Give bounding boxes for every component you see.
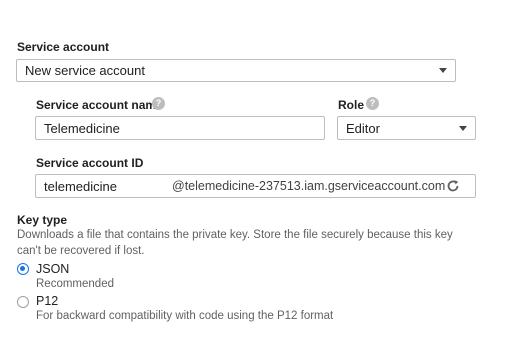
- role-select[interactable]: Editor: [337, 116, 476, 140]
- help-icon[interactable]: ?: [152, 97, 165, 110]
- refresh-icon-graphic: [447, 180, 459, 192]
- service-account-id-label: Service account ID: [36, 156, 144, 170]
- service-account-name-label: Service account name: [36, 98, 163, 112]
- service-account-id-value: telemedicine: [44, 178, 117, 194]
- service-account-select[interactable]: New service account: [16, 59, 456, 82]
- service-account-id-suffix: @telemedicine-237513.iam.gserviceaccount…: [172, 179, 446, 193]
- key-type-description: Downloads a file that contains the priva…: [17, 229, 453, 257]
- help-icon[interactable]: ?: [366, 97, 379, 110]
- service-account-name-input[interactable]: Telemedicine: [35, 116, 325, 140]
- p12-radio[interactable]: [17, 296, 29, 308]
- service-account-name-value: Telemedicine: [44, 120, 120, 136]
- json-option-label[interactable]: JSON: [36, 262, 69, 276]
- refresh-icon[interactable]: [445, 178, 461, 194]
- service-account-selected-value: New service account: [25, 63, 145, 78]
- role-selected-value: Editor: [346, 120, 380, 136]
- service-account-label: Service account: [17, 40, 110, 54]
- key-type-label: Key type: [17, 213, 68, 227]
- dropdown-arrow-icon: [459, 126, 467, 131]
- dropdown-arrow-icon: [439, 68, 447, 73]
- json-radio[interactable]: [17, 263, 29, 275]
- json-option-hint: Recommended: [36, 278, 114, 290]
- service-account-id-input[interactable]: telemedicine @telemedicine-237513.iam.gs…: [35, 174, 476, 198]
- p12-option-hint: For backward compatibility with code usi…: [36, 310, 334, 322]
- p12-option-label[interactable]: P12: [36, 294, 58, 308]
- role-label: Role: [338, 98, 365, 112]
